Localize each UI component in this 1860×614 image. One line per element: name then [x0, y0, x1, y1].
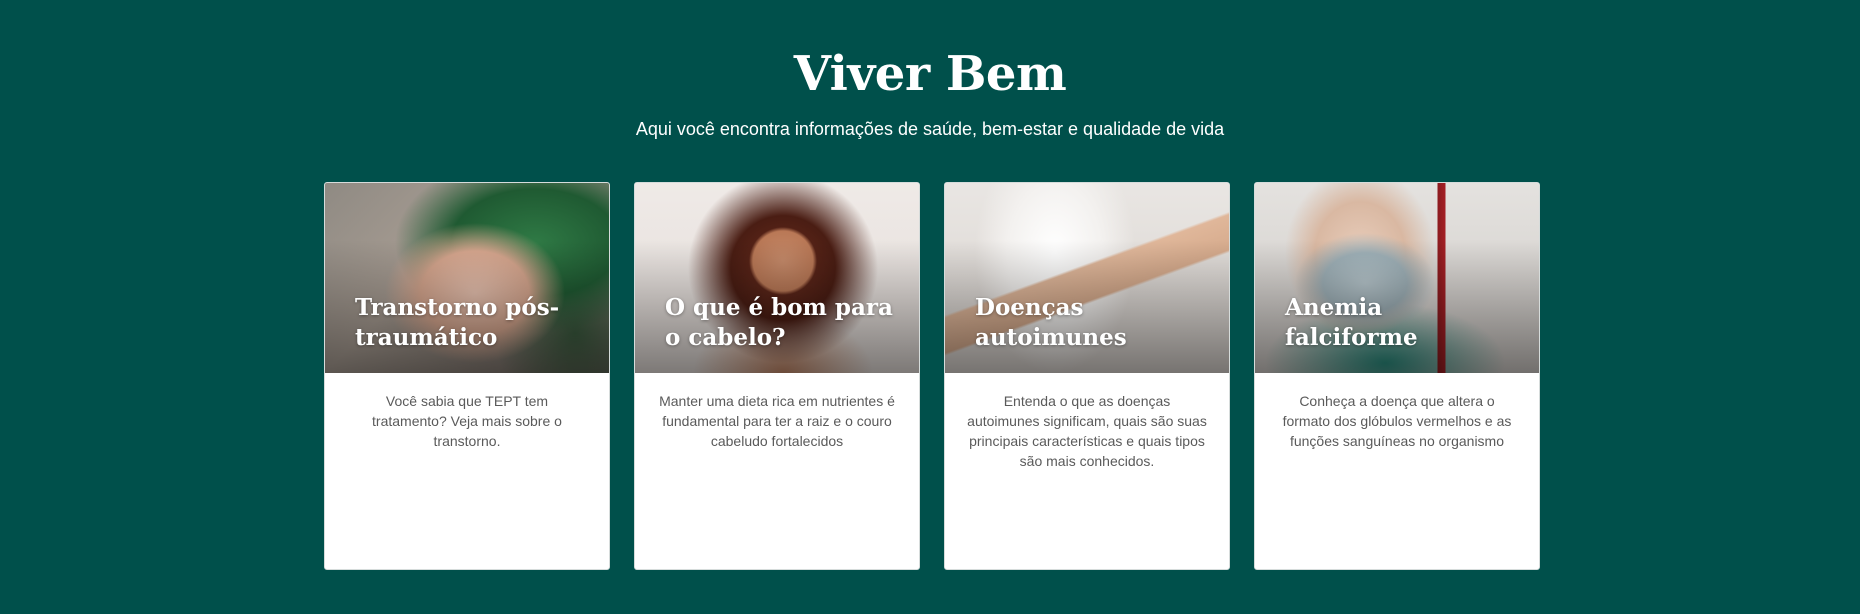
card-image[interactable]: Transtorno pós-traumático: [325, 183, 609, 373]
card-title[interactable]: Anemia falciforme: [1285, 293, 1517, 353]
card-image[interactable]: Anemia falciforme: [1255, 183, 1539, 373]
card-description: Entenda o que as doenças autoimunes sign…: [967, 393, 1207, 469]
card-title[interactable]: Doenças autoimunes: [975, 293, 1207, 353]
article-card-sickle-cell[interactable]: Anemia falciforme Conheça a doença que a…: [1254, 182, 1540, 570]
section-subtitle: Aqui você encontra informações de saúde,…: [635, 119, 1225, 139]
article-card-hair[interactable]: O que é bom para o cabelo? Manter uma di…: [634, 182, 920, 570]
section-title: Viver Bem: [793, 46, 1067, 102]
card-description: Manter uma dieta rica em nutrientes é fu…: [659, 393, 895, 449]
viver-bem-section: Viver Bem Aqui você encontra informações…: [0, 0, 1860, 614]
card-image[interactable]: Doenças autoimunes: [945, 183, 1229, 373]
card-description: Você sabia que TEPT tem tratamento? Veja…: [372, 393, 562, 449]
card-list: Transtorno pós-traumático Você sabia que…: [324, 182, 1540, 570]
card-description: Conheça a doença que altera o formato do…: [1282, 393, 1512, 449]
card-title[interactable]: O que é bom para o cabelo?: [665, 293, 897, 353]
article-card-autoimmune[interactable]: Doenças autoimunes Entenda o que as doen…: [944, 182, 1230, 570]
card-image[interactable]: O que é bom para o cabelo?: [635, 183, 919, 373]
card-title[interactable]: Transtorno pós-traumático: [355, 293, 587, 353]
article-card-ptsd[interactable]: Transtorno pós-traumático Você sabia que…: [324, 182, 610, 570]
